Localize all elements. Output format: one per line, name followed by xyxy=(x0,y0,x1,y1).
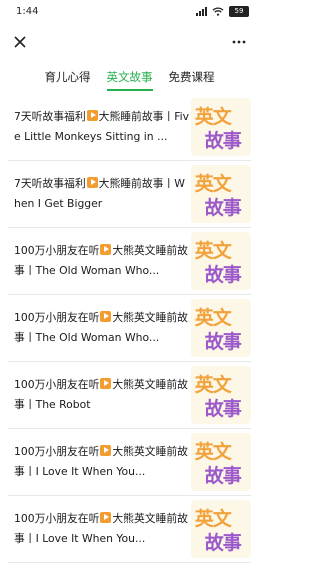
article-title: 100万小朋友在听 大熊英文睡前故事丨The Old Woman Who... xyxy=(8,308,191,348)
story-thumbnail: 英文 故事 xyxy=(190,299,251,357)
list-item[interactable]: 100万小朋友在听 大熊英文睡前故事丨The Old Woman Who... 英文… xyxy=(8,228,251,295)
list-item[interactable]: 100万小朋友在听 大熊英文睡前故事丨The Robot 英文 故事 xyxy=(8,362,251,429)
play-icon xyxy=(100,311,112,322)
thumbnail-text-bottom: 故事 xyxy=(204,130,242,152)
thumbnail-text-top: 英文 xyxy=(194,441,232,463)
story-thumbnail: 英文 故事 xyxy=(190,433,251,491)
thumbnail-text-top: 英文 xyxy=(194,173,232,195)
signal-icon xyxy=(196,6,207,16)
close-icon xyxy=(14,36,26,48)
thumbnail-text-bottom: 故事 xyxy=(204,398,242,420)
thumbnail-text-top: 英文 xyxy=(194,374,232,396)
list-item[interactable]: 100万小朋友在听 大熊英文睡前故事丨The Old Woman Who... 英文… xyxy=(8,295,251,362)
article-title-prefix: 100万小朋友在听 xyxy=(14,311,100,324)
article-title: 100万小朋友在听 大熊英文睡前故事丨I Love It When You... xyxy=(8,509,191,549)
story-thumbnail: 英文 故事 xyxy=(190,500,251,558)
tab-english-stories[interactable]: 英文故事 xyxy=(106,63,153,91)
play-icon xyxy=(86,177,98,188)
play-icon xyxy=(100,378,112,389)
thumbnail-text-bottom: 故事 xyxy=(204,532,242,554)
article-title: 7天听故事福利 大熊睡前故事丨Five Little Monkeys Sittin… xyxy=(8,107,191,147)
more-button[interactable] xyxy=(229,32,249,52)
thumbnail-text-top: 英文 xyxy=(194,240,232,262)
tab-bar: 育儿心得 英文故事 免费课程 xyxy=(0,62,259,92)
article-title-prefix: 7天听故事福利 xyxy=(14,177,86,190)
article-title-prefix: 100万小朋友在听 xyxy=(14,244,100,257)
thumbnail-text-bottom: 故事 xyxy=(204,264,242,286)
list-item[interactable]: 7天听故事福利 大熊睡前故事丨Five Little Monkeys Sittin… xyxy=(8,94,251,161)
play-icon xyxy=(100,445,112,456)
story-thumbnail: 英文 故事 xyxy=(190,366,251,424)
list-item[interactable]: 100万小朋友在听 大熊英文睡前故事丨I Love It When You... 英… xyxy=(8,429,251,496)
battery-icon: 59 xyxy=(229,5,249,17)
article-title: 7天听故事福利 大熊睡前故事丨When I Get Bigger xyxy=(8,174,191,214)
article-title: 100万小朋友在听 大熊英文睡前故事丨The Robot xyxy=(8,375,191,415)
article-list: 7天听故事福利 大熊睡前故事丨Five Little Monkeys Sittin… xyxy=(0,94,259,563)
play-icon xyxy=(100,244,112,255)
story-thumbnail: 英文 故事 xyxy=(190,232,251,290)
thumbnail-text-bottom: 故事 xyxy=(204,197,242,219)
article-title-prefix: 100万小朋友在听 xyxy=(14,445,100,458)
article-title: 100万小朋友在听 大熊英文睡前故事丨The Old Woman Who... xyxy=(8,241,191,281)
thumbnail-text-bottom: 故事 xyxy=(204,465,242,487)
thumbnail-text-bottom: 故事 xyxy=(204,331,242,353)
more-icon xyxy=(232,40,246,44)
story-thumbnail: 英文 故事 xyxy=(190,98,251,156)
tab-parenting[interactable]: 育儿心得 xyxy=(45,63,91,91)
article-title-prefix: 7天听故事福利 xyxy=(14,110,86,123)
status-time: 1:44 xyxy=(16,5,39,17)
tab-free-courses[interactable]: 免费课程 xyxy=(169,63,215,91)
status-bar: 1:44 59 xyxy=(0,0,259,22)
article-title: 100万小朋友在听 大熊英文睡前故事丨I Love It When You... xyxy=(8,442,191,482)
list-item[interactable]: 100万小朋友在听 大熊英文睡前故事丨I Love It When You... 英… xyxy=(8,496,251,563)
play-icon xyxy=(100,512,112,523)
thumbnail-text-top: 英文 xyxy=(194,106,232,128)
article-title-prefix: 100万小朋友在听 xyxy=(14,378,100,391)
thumbnail-text-top: 英文 xyxy=(194,508,232,530)
close-button[interactable] xyxy=(10,32,30,52)
play-icon xyxy=(86,110,98,121)
status-icons: 59 xyxy=(196,5,249,17)
top-bar xyxy=(0,22,259,62)
wifi-icon xyxy=(212,6,224,16)
list-item[interactable]: 7天听故事福利 大熊睡前故事丨When I Get Bigger 英文 故事 xyxy=(8,161,251,228)
thumbnail-text-top: 英文 xyxy=(194,307,232,329)
article-title-prefix: 100万小朋友在听 xyxy=(14,512,100,525)
story-thumbnail: 英文 故事 xyxy=(190,165,251,223)
